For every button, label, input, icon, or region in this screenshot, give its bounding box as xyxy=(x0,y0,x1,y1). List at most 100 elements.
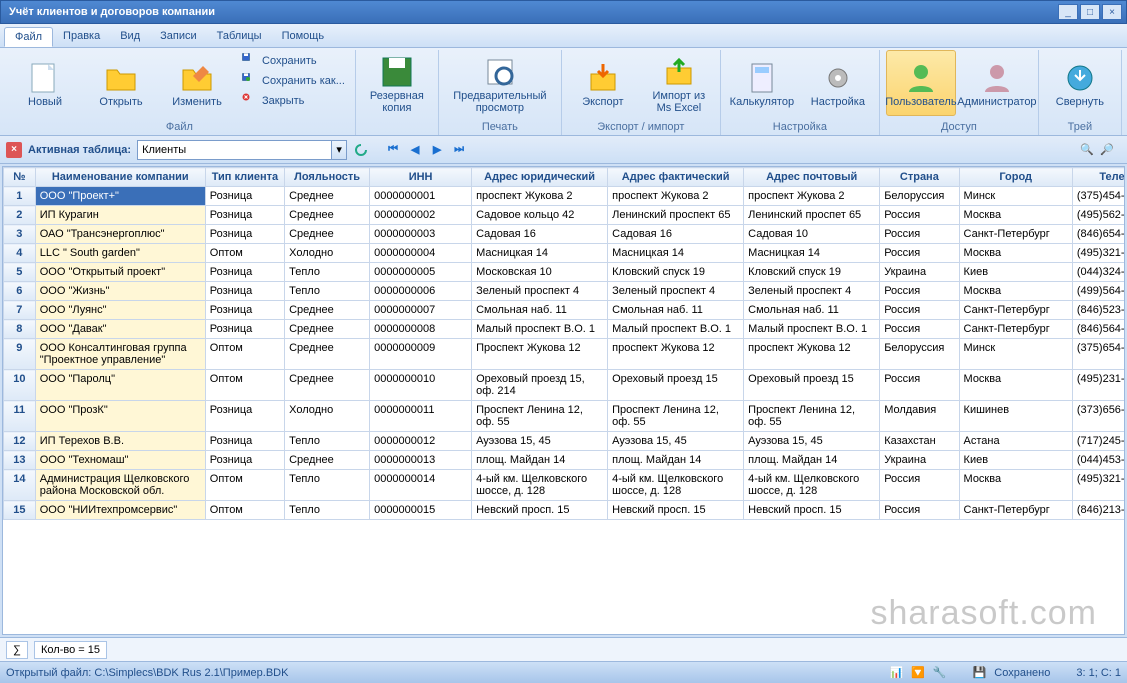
cell[interactable]: Зеленый проспект 4 xyxy=(744,282,880,301)
cell[interactable]: Москва xyxy=(959,370,1072,401)
cell[interactable]: 2 xyxy=(4,206,36,225)
cell[interactable]: (846)654-6242 xyxy=(1072,225,1125,244)
close-table-icon[interactable]: × xyxy=(6,142,22,158)
column-header[interactable]: ИНН xyxy=(370,168,472,187)
cell[interactable]: Россия xyxy=(880,206,959,225)
cell[interactable]: Киев xyxy=(959,263,1072,282)
cell[interactable]: 0000000014 xyxy=(370,470,472,501)
cell[interactable]: ООО "ПрозК" xyxy=(35,401,205,432)
cell[interactable]: 0000000009 xyxy=(370,339,472,370)
cell[interactable]: 0000000013 xyxy=(370,451,472,470)
table-row[interactable]: 3ОАО "Трансэнергоплюс"РозницаСреднее0000… xyxy=(4,225,1126,244)
cell[interactable]: Минск xyxy=(959,339,1072,370)
cell[interactable]: (495)562-1324 xyxy=(1072,206,1125,225)
export-button[interactable]: Экспорт xyxy=(568,50,638,116)
preview-button[interactable]: Предварительный просмотр xyxy=(445,50,555,116)
table-row[interactable]: 8ООО "Давак"РозницаСреднее0000000008Малы… xyxy=(4,320,1126,339)
cell[interactable]: проспект Жукова 2 xyxy=(744,187,880,206)
table-row[interactable]: 5ООО "Открытый проект"РозницаТепло000000… xyxy=(4,263,1126,282)
cell[interactable]: (717)245-3453 xyxy=(1072,432,1125,451)
cell[interactable]: Москва xyxy=(959,282,1072,301)
table-row[interactable]: 15ООО "НИИтехпромсервис"ОптомТепло000000… xyxy=(4,501,1126,520)
cell[interactable]: (495)321-2324 xyxy=(1072,244,1125,263)
cell[interactable]: Россия xyxy=(880,470,959,501)
cell[interactable]: Белоруссия xyxy=(880,339,959,370)
cell[interactable]: (373)656-4654 xyxy=(1072,401,1125,432)
menu-tab-0[interactable]: Файл xyxy=(4,27,53,47)
cell[interactable]: Оптом xyxy=(205,244,284,263)
cell[interactable]: проспект Жукова 12 xyxy=(744,339,880,370)
cell[interactable]: Москва xyxy=(959,206,1072,225)
table-select-input[interactable] xyxy=(137,140,332,160)
cell[interactable]: 15 xyxy=(4,501,36,520)
cell[interactable]: Среднее xyxy=(285,320,370,339)
cell[interactable]: 12 xyxy=(4,432,36,451)
cell[interactable]: (499)564-6216 xyxy=(1072,282,1125,301)
cell[interactable]: Тепло xyxy=(285,263,370,282)
new-button[interactable]: Новый xyxy=(10,50,80,116)
cell[interactable]: 0000000002 xyxy=(370,206,472,225)
cell[interactable]: Среднее xyxy=(285,451,370,470)
cell[interactable]: (846)523-4324 xyxy=(1072,301,1125,320)
cell[interactable]: 0000000011 xyxy=(370,401,472,432)
cell[interactable]: (375)654-6546 xyxy=(1072,339,1125,370)
prev-record-icon[interactable]: ◀ xyxy=(407,142,423,158)
cell[interactable]: Масницкая 14 xyxy=(608,244,744,263)
cell[interactable]: Ореховый проезд 15 xyxy=(608,370,744,401)
cell[interactable]: Ауэзова 15, 45 xyxy=(608,432,744,451)
status-icon-2[interactable]: 🔽 xyxy=(911,666,925,679)
status-icon-3[interactable]: 🔧 xyxy=(933,666,947,679)
grid-scroll[interactable]: №Наименование компанииТип клиентаЛояльно… xyxy=(2,166,1125,635)
column-header[interactable]: Страна xyxy=(880,168,959,187)
cell[interactable]: Смольная наб. 11 xyxy=(744,301,880,320)
cell[interactable]: (846)564-3243 xyxy=(1072,320,1125,339)
cell[interactable]: 0000000010 xyxy=(370,370,472,401)
cell[interactable]: Тепло xyxy=(285,282,370,301)
cell[interactable]: ООО "Открытый проект" xyxy=(35,263,205,282)
column-header[interactable]: Телефон xyxy=(1072,168,1125,187)
open-button[interactable]: Открыть xyxy=(86,50,156,116)
close-window-button[interactable]: × xyxy=(1102,4,1122,20)
zoom-out-icon[interactable]: 🔎 xyxy=(1099,142,1115,158)
cell[interactable]: Ленинский проспект 65 xyxy=(608,206,744,225)
table-row[interactable]: 14Администрация Щелковского района Моско… xyxy=(4,470,1126,501)
cell[interactable]: 0000000005 xyxy=(370,263,472,282)
cell[interactable]: (846)213-4573 xyxy=(1072,501,1125,520)
cell[interactable]: Россия xyxy=(880,244,959,263)
cell[interactable]: Розница xyxy=(205,301,284,320)
last-record-icon[interactable]: ⏭ xyxy=(451,142,467,158)
calc-button[interactable]: Калькулятор xyxy=(727,50,797,116)
cell[interactable]: Белоруссия xyxy=(880,187,959,206)
cell[interactable]: LLC " South garden" xyxy=(35,244,205,263)
cell[interactable]: Казахстан xyxy=(880,432,959,451)
cell[interactable]: Россия xyxy=(880,370,959,401)
cell[interactable]: Россия xyxy=(880,320,959,339)
cell[interactable]: ИП Терехов В.В. xyxy=(35,432,205,451)
cell[interactable]: Россия xyxy=(880,282,959,301)
table-row[interactable]: 13ООО "Техномаш"РозницаСреднее0000000013… xyxy=(4,451,1126,470)
cell[interactable]: 11 xyxy=(4,401,36,432)
cell[interactable]: Оптом xyxy=(205,339,284,370)
cell[interactable]: Зеленый проспект 4 xyxy=(472,282,608,301)
data-grid[interactable]: №Наименование компанииТип клиентаЛояльно… xyxy=(3,167,1125,520)
cell[interactable]: Кловский спуск 19 xyxy=(608,263,744,282)
import-button[interactable]: Импорт из Ms Excel xyxy=(644,50,714,116)
minimize-button[interactable]: Свернуть xyxy=(1045,50,1115,116)
table-row[interactable]: 6ООО "Жизнь"РозницаТепло0000000006Зелены… xyxy=(4,282,1126,301)
cell[interactable]: Тепло xyxy=(285,501,370,520)
edit-button[interactable]: Изменить xyxy=(162,50,232,116)
cell[interactable]: Санкт-Петербург xyxy=(959,301,1072,320)
cell[interactable]: Минск xyxy=(959,187,1072,206)
cell[interactable]: Кишинев xyxy=(959,401,1072,432)
cell[interactable]: Среднее xyxy=(285,206,370,225)
cell[interactable]: Садовая 16 xyxy=(472,225,608,244)
settings-button[interactable]: Настройка xyxy=(803,50,873,116)
cell[interactable]: площ. Майдан 14 xyxy=(472,451,608,470)
cell[interactable]: (375)454-5223 xyxy=(1072,187,1125,206)
cell[interactable]: 4 xyxy=(4,244,36,263)
column-header[interactable]: Тип клиента xyxy=(205,168,284,187)
cell[interactable]: Невский просп. 15 xyxy=(472,501,608,520)
cell[interactable]: Розница xyxy=(205,187,284,206)
cell[interactable]: 0000000007 xyxy=(370,301,472,320)
saveas-button[interactable]: Сохранить как... xyxy=(238,72,349,90)
